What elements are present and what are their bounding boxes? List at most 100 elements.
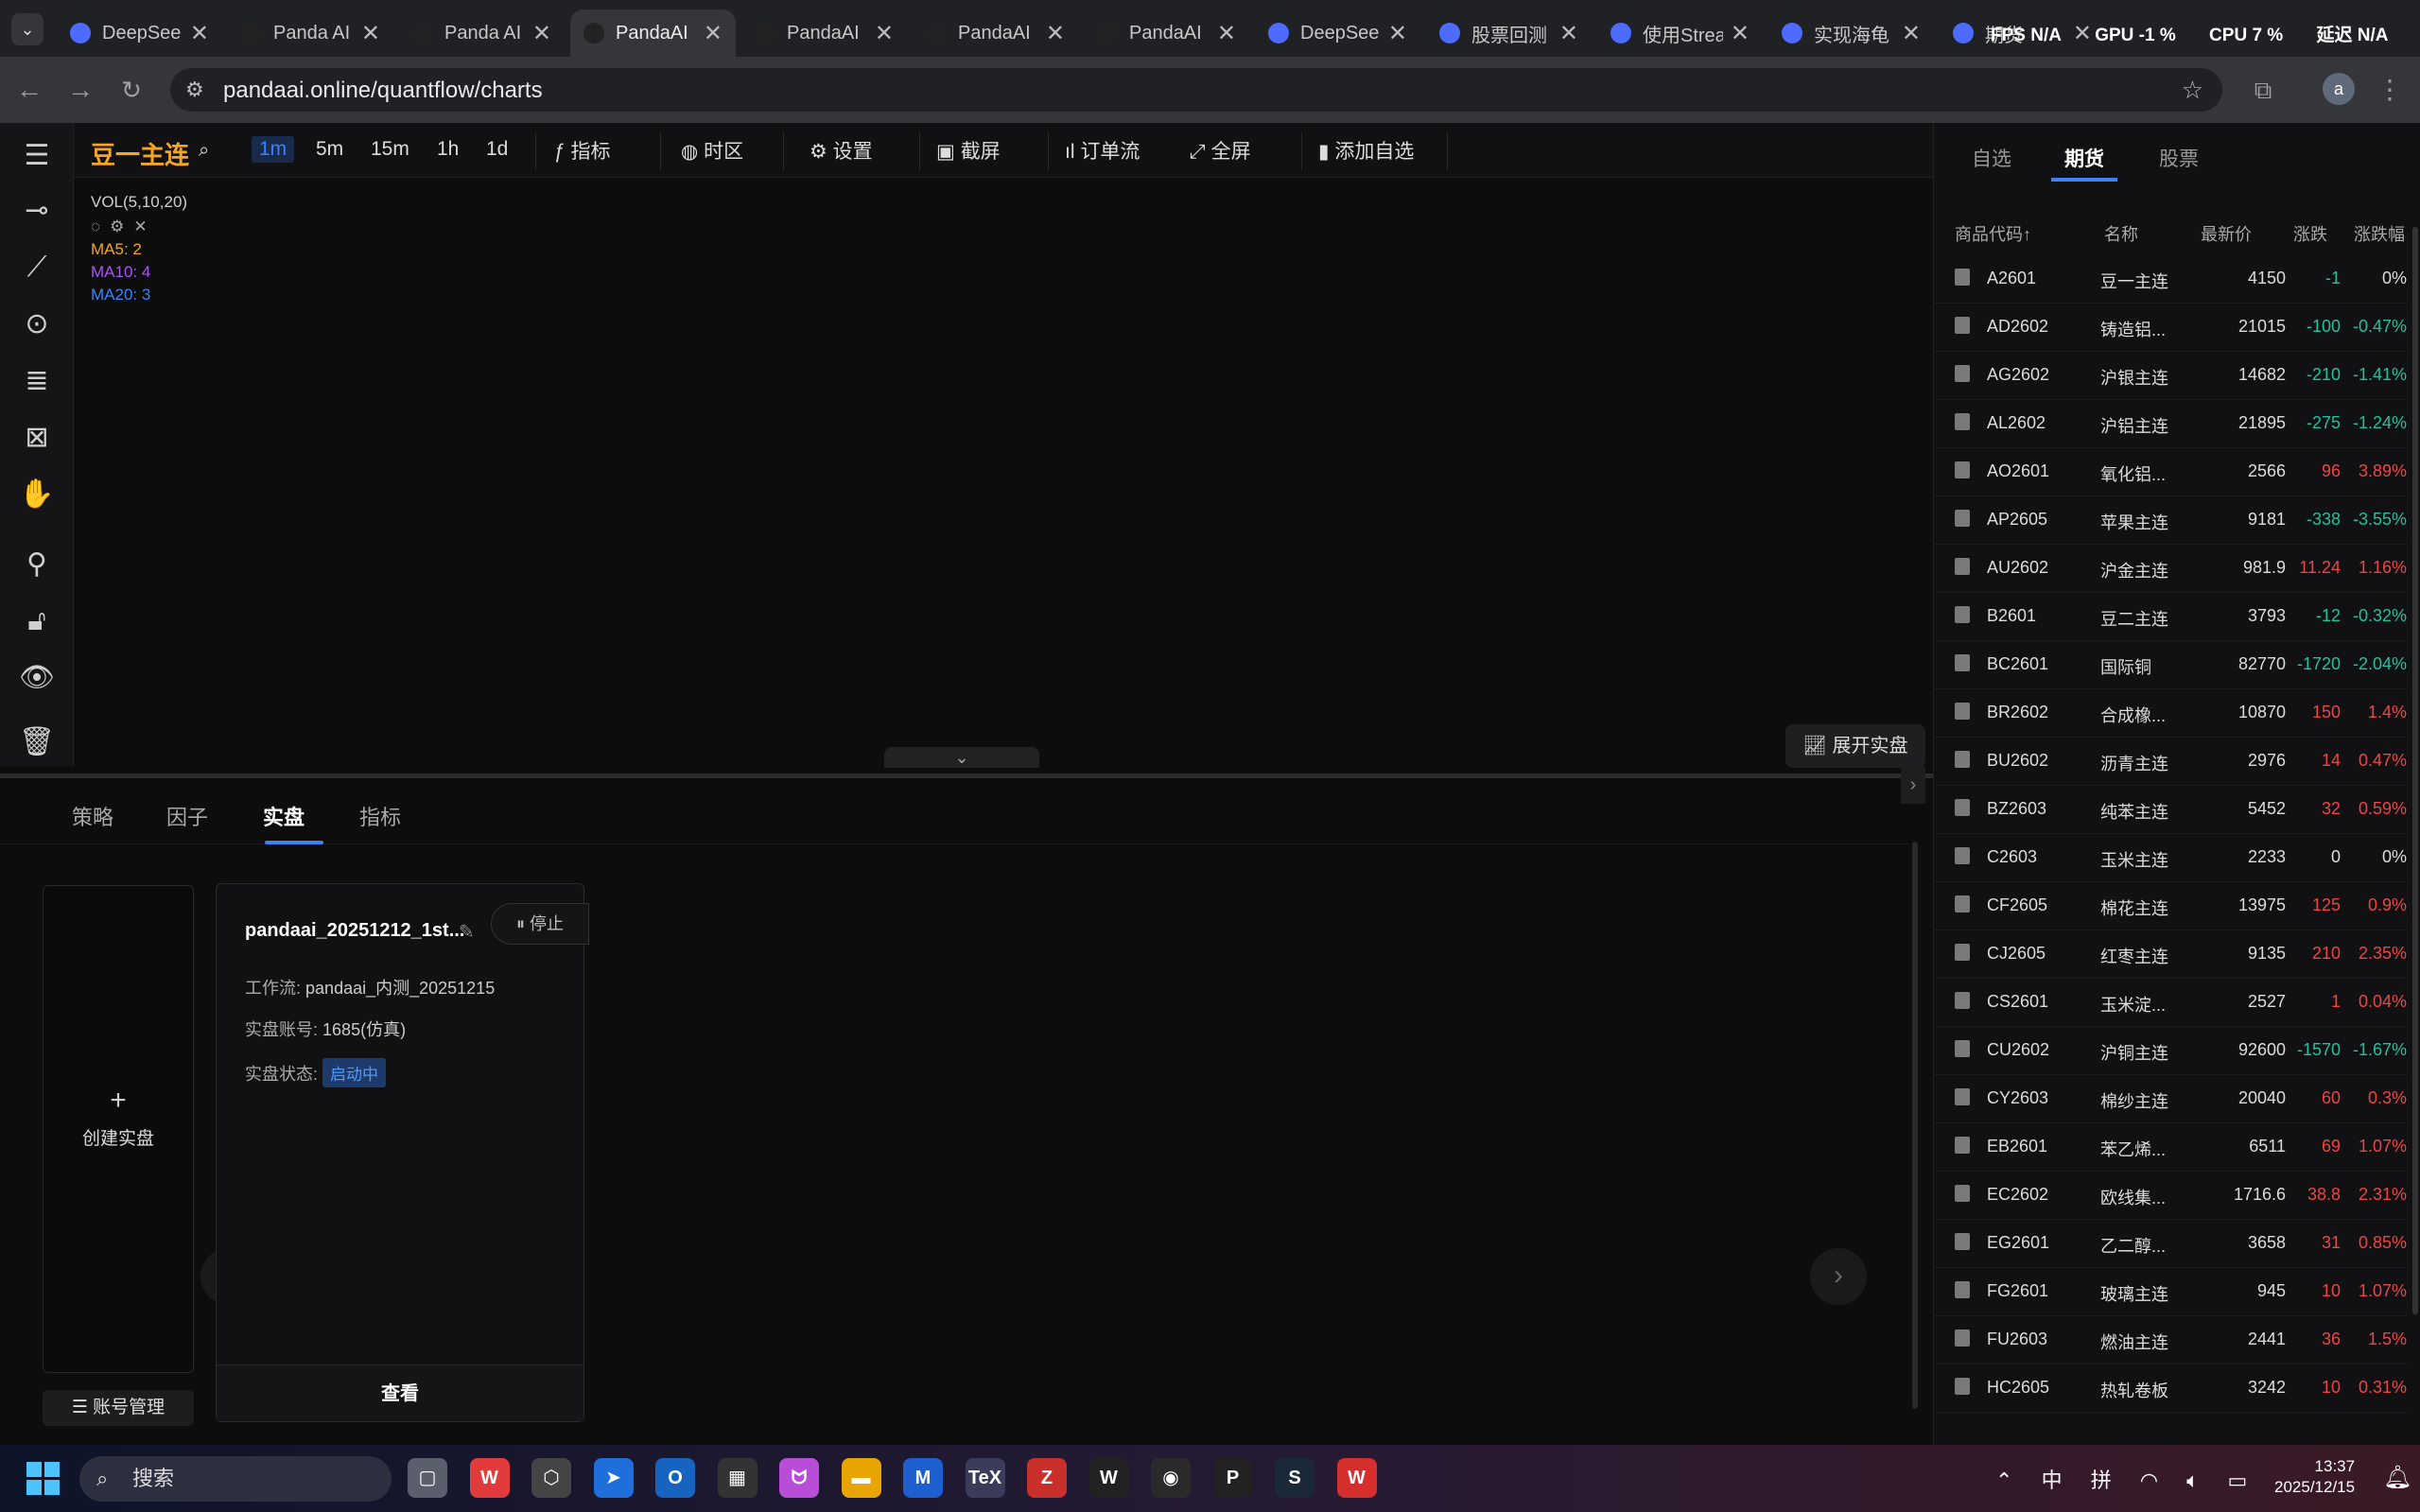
circle-tool-icon[interactable]: ⊙ <box>17 304 57 344</box>
tab-indicator[interactable]: 指标 <box>359 801 401 831</box>
favorite-flag-icon[interactable] <box>1955 1088 1970 1105</box>
browser-tab[interactable]: Panda AI ✕ <box>228 9 393 57</box>
col-change[interactable]: 涨跌 <box>2293 221 2327 246</box>
tab-close-icon[interactable]: ✕ <box>875 20 894 47</box>
favorite-flag-icon[interactable] <box>1955 944 1970 961</box>
chart-canvas[interactable] <box>74 178 1933 773</box>
watch-tab-stocks[interactable]: 股票 <box>2159 144 2199 172</box>
wps-office-icon[interactable]: W <box>469 1458 510 1498</box>
fullscreen-button[interactable]: ⤢ 全屏 <box>1190 136 1251 165</box>
account-management-button[interactable]: ☰ 账号管理 <box>43 1390 194 1426</box>
symbol-name[interactable]: 豆一主连 <box>91 136 189 171</box>
tiles-app-icon[interactable]: ▦ <box>717 1458 757 1498</box>
box-app-icon[interactable]: ⬡ <box>531 1458 571 1498</box>
magnet-icon[interactable]: ⚲ <box>17 545 57 584</box>
favorite-flag-icon[interactable] <box>1955 847 1970 864</box>
table-row[interactable]: BR2602 合成橡... 10870 150 1.4% <box>1934 689 2407 738</box>
table-row[interactable]: HC2605 热轧卷板 3242 10 0.31% <box>1934 1364 2407 1413</box>
screenshot-button[interactable]: ▣ 截屏 <box>936 136 1001 165</box>
col-price[interactable]: 最新价 <box>2201 221 2252 246</box>
watch-tab-favorites[interactable]: 自选 <box>1972 144 2011 172</box>
favorite-flag-icon[interactable] <box>1955 895 1970 912</box>
back-button[interactable]: ← <box>13 74 45 106</box>
wps-red-icon[interactable]: W <box>1336 1458 1377 1498</box>
favorite-flag-icon[interactable] <box>1955 413 1970 430</box>
favorite-flag-icon[interactable] <box>1955 992 1970 1009</box>
table-row[interactable]: AL2602 沪铝主连 21895 -275 -1.24% <box>1934 400 2407 448</box>
extensions-icon[interactable]: ⧉ <box>2247 74 2279 106</box>
browser-tab[interactable]: PandaAI ✕ <box>570 9 736 57</box>
explorer-icon[interactable]: ▬ <box>841 1458 881 1498</box>
cat-app-icon[interactable]: ᗢ <box>779 1458 819 1498</box>
table-row[interactable]: CY2603 棉纱主连 20040 60 0.3% <box>1934 1075 2407 1123</box>
expand-live-button[interactable]: 📈︎ 展开实盘 <box>1785 724 1925 768</box>
url-text[interactable]: pandaai.online/quantflow/charts <box>223 78 543 104</box>
timeframe-5m[interactable]: 5m <box>308 136 351 163</box>
favorite-flag-icon[interactable] <box>1955 1185 1970 1202</box>
carousel-next-button[interactable]: › <box>1810 1248 1867 1305</box>
tab-close-icon[interactable]: ✕ <box>1046 20 1065 47</box>
bottom-panel-scrollbar[interactable] <box>1912 842 1918 1409</box>
table-row[interactable]: B2601 豆二主连 3793 -12 -0.32% <box>1934 593 2407 641</box>
table-row[interactable]: C2603 玉米主连 2233 0 0% <box>1934 834 2407 882</box>
browser-menu-icon[interactable]: ⋮ <box>2374 74 2406 106</box>
favorite-flag-icon[interactable] <box>1955 799 1970 816</box>
favorite-flag-icon[interactable] <box>1955 606 1970 623</box>
tab-close-icon[interactable]: ✕ <box>532 20 551 47</box>
taskbar-search[interactable]: ⌕ 搜索 <box>79 1456 392 1502</box>
symbol-search-icon[interactable]: ⌕ <box>199 140 209 162</box>
browser-tab[interactable]: Panda AI ✕ <box>399 9 565 57</box>
profile-avatar[interactable]: a <box>2323 73 2355 105</box>
browser-tab[interactable]: DeepSee ✕ <box>1255 9 1420 57</box>
browser-tab[interactable]: 实现海龟 ✕ <box>1768 9 1934 57</box>
tab-close-icon[interactable]: ✕ <box>1902 20 1921 47</box>
outlook-icon[interactable]: O <box>655 1458 695 1498</box>
stop-button[interactable]: ⏸︎ 停止 <box>491 903 589 945</box>
system-clock[interactable]: 13:37 2025/12/15 <box>2274 1456 2355 1498</box>
browser-tab[interactable]: 股票回测 ✕ <box>1426 9 1592 57</box>
favorite-flag-icon[interactable] <box>1955 654 1970 671</box>
tab-close-icon[interactable]: ✕ <box>1731 20 1750 47</box>
trend-line-icon[interactable]: ⟋ <box>17 248 57 287</box>
tab-factor[interactable]: 因子 <box>166 801 208 831</box>
chrome-icon[interactable]: ◉ <box>1151 1458 1191 1498</box>
table-row[interactable]: CU2602 沪铜主连 92600 -1570 -1.67% <box>1934 1027 2407 1075</box>
table-row[interactable]: CF2605 棉花主连 13975 125 0.9% <box>1934 882 2407 930</box>
settings-button[interactable]: ⚙ 设置 <box>810 136 873 165</box>
favorite-flag-icon[interactable] <box>1955 461 1970 478</box>
bookmark-star-icon[interactable]: ☆ <box>2182 76 2203 105</box>
ime-pinyin[interactable]: 拼 <box>2091 1469 2112 1492</box>
favorite-flag-icon[interactable] <box>1955 510 1970 527</box>
edit-icon[interactable]: ✎ <box>459 920 475 944</box>
panda-app-icon[interactable]: P <box>1212 1458 1253 1498</box>
tab-close-icon[interactable]: ✕ <box>1559 20 1578 47</box>
browser-tab[interactable]: PandaAI ✕ <box>741 9 907 57</box>
table-row[interactable]: CS2601 玉米淀... 2527 1 0.04% <box>1934 979 2407 1027</box>
table-row[interactable]: A2601 豆一主连 4150 -1 0% <box>1934 255 2407 304</box>
favorite-flag-icon[interactable] <box>1955 1137 1970 1154</box>
start-button[interactable] <box>26 1462 61 1496</box>
view-button[interactable]: 查看 <box>217 1364 583 1421</box>
lock-icon[interactable]: 🔓︎ <box>17 601 57 641</box>
file-stack-icon[interactable]: ▢ <box>408 1458 447 1498</box>
favorite-flag-icon[interactable] <box>1955 365 1970 382</box>
tex-app-icon[interactable]: TeX <box>965 1458 1005 1498</box>
browser-tab[interactable]: 使用Strea ✕ <box>1597 9 1763 57</box>
tab-close-icon[interactable]: ✕ <box>704 20 723 47</box>
favorite-flag-icon[interactable] <box>1955 1330 1970 1347</box>
tray-chevron-icon[interactable]: ⌃ <box>1995 1469 2012 1492</box>
create-live-card[interactable]: + 创建实盘 <box>43 885 194 1373</box>
wifi-icon[interactable]: ◠ <box>2140 1469 2158 1492</box>
table-row[interactable]: AG2602 沪银主连 14682 -210 -1.41% <box>1934 352 2407 400</box>
favorite-flag-icon[interactable] <box>1955 1378 1970 1395</box>
table-row[interactable]: AO2601 氧化铝... 2566 96 3.89% <box>1934 448 2407 496</box>
horizontal-line-icon[interactable]: ⊸ <box>17 191 57 231</box>
wps-dark-icon[interactable]: W <box>1088 1458 1129 1498</box>
table-row[interactable]: AD2602 铸造铝... 21015 -100 -0.47% <box>1934 304 2407 352</box>
favorite-flag-icon[interactable] <box>1955 1040 1970 1057</box>
table-row[interactable]: FG2601 玻璃主连 945 10 1.07% <box>1934 1268 2407 1316</box>
table-row[interactable]: AU2602 沪金主连 981.9 11.24 1.16% <box>1934 545 2407 593</box>
battery-icon[interactable]: ▭ <box>2228 1469 2248 1492</box>
table-row[interactable]: BU2602 沥青主连 2976 14 0.47% <box>1934 738 2407 786</box>
browser-tab[interactable]: DeepSee ✕ <box>57 9 222 57</box>
